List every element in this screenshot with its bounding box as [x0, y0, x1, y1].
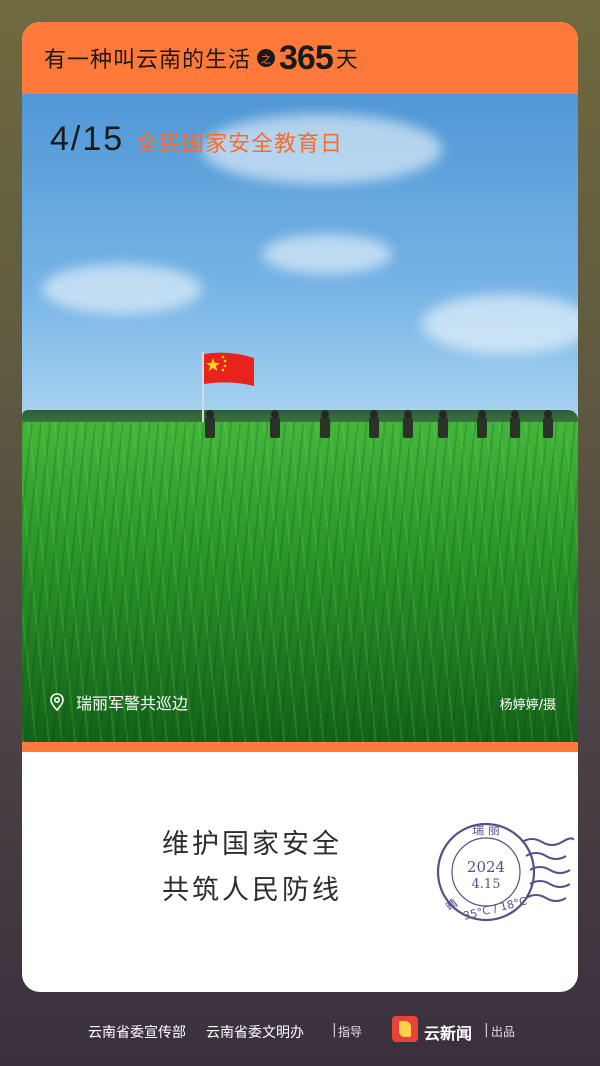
slogan: 维护国家安全 共筑人民防线 — [162, 822, 342, 914]
date-label: 4/15 — [50, 120, 125, 158]
soldier-figure — [205, 410, 215, 438]
footer-org-propaganda: 云南省委宣传部 — [88, 1025, 186, 1041]
soldier-figure — [320, 410, 330, 438]
footer-credits: 云南省委宣传部 云南省委文明办 | 指导 云新闻 | 出品 — [0, 1010, 600, 1050]
location-text: 瑞丽军警共巡边 — [76, 694, 189, 713]
photo-credit: 杨婷婷/摄 — [499, 698, 556, 713]
soldier-figure — [403, 410, 413, 438]
header-day-number: 365 — [279, 38, 334, 77]
location-caption: 瑞丽军警共巡边 — [48, 690, 188, 714]
header-title-text: 有一种叫云南的生活 — [44, 48, 252, 73]
slogan-line-1: 维护国家安全 — [162, 829, 342, 860]
header-day-unit: 天 — [335, 48, 358, 73]
soldier-figure — [477, 410, 487, 438]
rice-field-photo: 4/15 全民国家安全教育日 瑞丽军警共巡边 杨婷婷/摄 — [22, 94, 578, 742]
footer-separator: | — [332, 1022, 337, 1038]
footer-separator: | — [484, 1022, 489, 1038]
header-zhi-badge: 之 — [257, 49, 276, 67]
footer-produce-label: 出品 — [491, 1025, 516, 1039]
cloud — [42, 264, 202, 314]
orange-divider — [22, 742, 578, 752]
soldier-figure — [369, 410, 379, 438]
slogan-line-2: 共筑人民防线 — [162, 875, 342, 906]
postmark-date: 4.15 — [472, 877, 501, 892]
yunnews-logo-icon — [392, 1016, 418, 1042]
cloud — [422, 294, 578, 354]
cloud — [262, 234, 392, 274]
header-bar: 有一种叫云南的生活 之 365 天 — [22, 22, 578, 94]
postmark-stamp: 瑞 丽 2024 4.15 晴 35°C / 18°C — [436, 822, 574, 923]
footer-brand: 云新闻 — [424, 1024, 473, 1043]
soldier-figure — [510, 410, 520, 438]
location-pin-icon — [50, 693, 64, 711]
header-title: 有一种叫云南的生活 之 365 天 — [44, 38, 358, 77]
soldier-figure — [438, 410, 448, 438]
soldier-figure — [543, 410, 553, 438]
footer-guide-label: 指导 — [338, 1025, 363, 1039]
national-flag-icon — [204, 352, 254, 386]
footer-org-civilization: 云南省委文明办 — [206, 1025, 304, 1041]
event-title: 全民国家安全教育日 — [136, 132, 344, 157]
poster-card: 有一种叫云南的生活 之 365 天 4/15 全民国家安全教育日 瑞丽军警共巡边… — [22, 22, 578, 992]
soldier-figure — [270, 410, 280, 438]
postmark-year: 2024 — [467, 858, 505, 876]
postmark-place: 瑞 丽 — [472, 823, 500, 837]
